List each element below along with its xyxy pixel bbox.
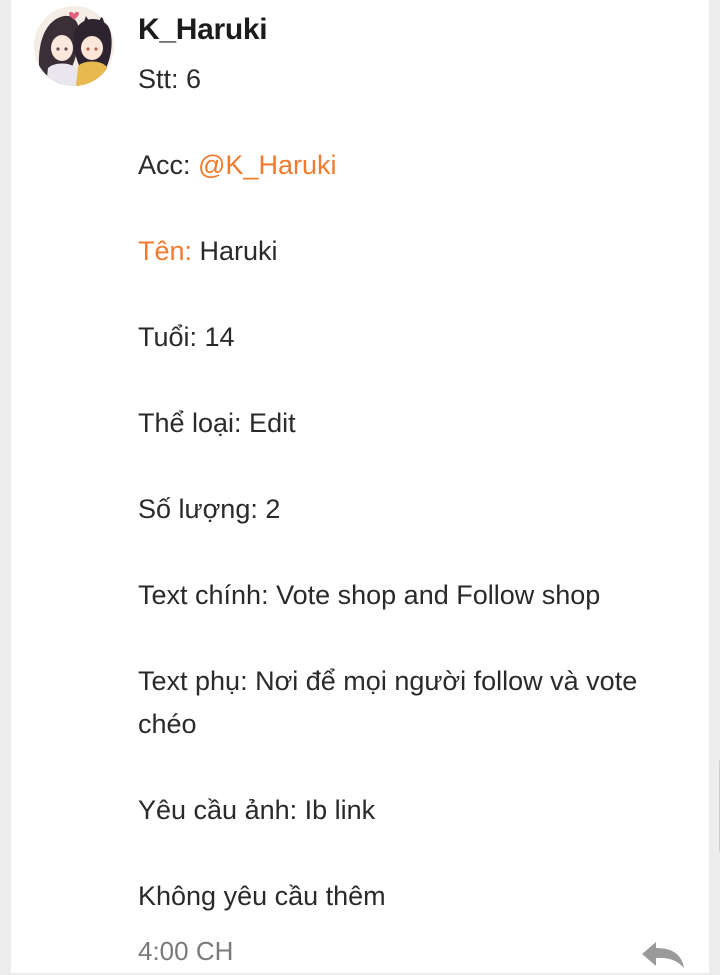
stt-value: 6 xyxy=(186,64,202,94)
name-label: Tên: xyxy=(138,236,193,266)
user-avatar[interactable] xyxy=(34,6,114,86)
name-line: Tên: Haruki xyxy=(138,230,678,273)
username[interactable]: K_Haruki xyxy=(138,13,268,47)
genre-line: Thể loại: Edit xyxy=(138,408,296,438)
stt-label: Stt: xyxy=(138,64,187,94)
image-request-line: Yêu cầu ảnh: Ib link xyxy=(138,795,376,825)
reply-icon[interactable] xyxy=(640,940,686,970)
name-value: Haruki xyxy=(192,236,278,266)
comment-card: K_Haruki Stt: 6 Acc: @K_Haruki Tên: Haru… xyxy=(11,0,720,973)
user-mention-link[interactable]: @K_Haruki xyxy=(198,150,336,180)
stt-line: Stt: 6 xyxy=(138,58,678,101)
quantity-line: Số lượng: 2 xyxy=(138,494,281,524)
age-line: Tuổi: 14 xyxy=(138,322,235,352)
timestamp: 4:00 CH xyxy=(138,936,234,966)
comment-body: Stt: 6 Acc: @K_Haruki Tên: Haruki Tuổi: … xyxy=(138,58,678,961)
extra-request-line: Không yêu cầu thêm xyxy=(138,881,386,911)
acc-line: Acc: @K_Haruki xyxy=(138,144,678,187)
main-text-line: Text chính: Vote shop and Follow shop xyxy=(138,580,601,610)
sub-text-line: Text phụ: Nơi để mọi người follow và vot… xyxy=(138,666,638,739)
acc-label: Acc: xyxy=(138,150,199,180)
